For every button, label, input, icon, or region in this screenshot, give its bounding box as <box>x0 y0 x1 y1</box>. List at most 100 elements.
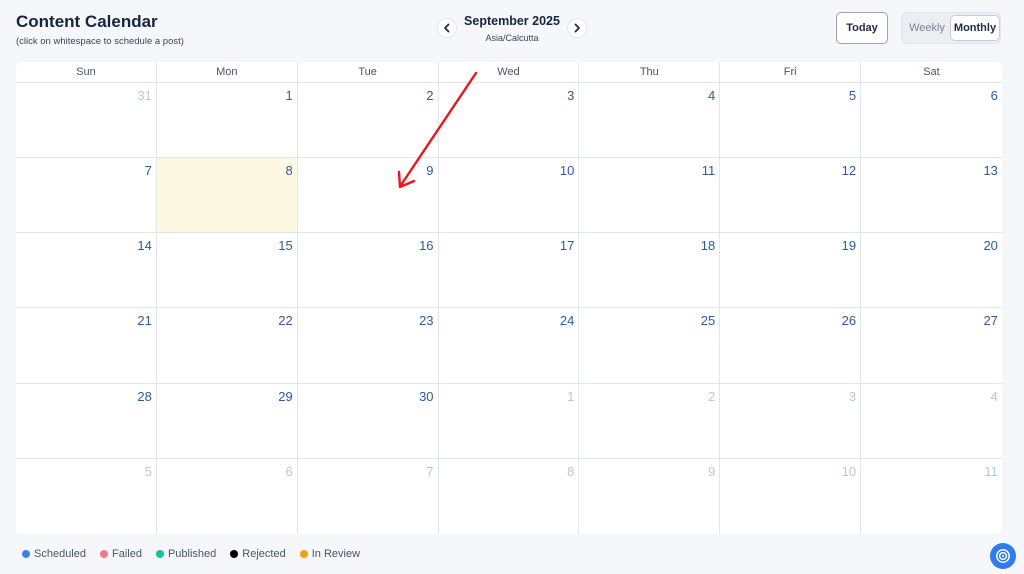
calendar-day-cell[interactable]: 3 <box>439 83 580 158</box>
day-number: 2 <box>707 388 716 404</box>
day-number: 2 <box>426 88 434 103</box>
day-number: 23 <box>419 313 434 329</box>
current-month-label: September 2025 <box>464 14 560 28</box>
calendar-day-cell[interactable]: 14 <box>16 233 157 308</box>
calendar-day-cell[interactable]: 29 <box>157 383 298 458</box>
calendar-day-cell[interactable]: 3 <box>720 383 862 458</box>
day-number: 4 <box>707 88 716 103</box>
chevron-left-icon <box>444 23 450 33</box>
legend-label: Scheduled <box>34 548 86 560</box>
day-number: 29 <box>278 388 293 404</box>
calendar-day-cell[interactable]: 7 <box>16 158 157 233</box>
support-icon <box>996 549 1010 563</box>
calendar-week-row: 5 6 7 8 9 10 11 <box>16 458 1002 534</box>
calendar-day-cell[interactable]: 6 <box>861 83 1002 157</box>
day-number: 4 <box>990 388 998 404</box>
calendar-day-cell-today[interactable]: 8 <box>156 158 298 233</box>
calendar-day-cell[interactable]: 8 <box>439 458 580 534</box>
calendar-day-cell[interactable]: 24 <box>439 308 580 383</box>
calendar-day-cell[interactable]: 5 <box>720 83 862 158</box>
status-legend: Scheduled Failed Published Rejected In Revie… <box>22 548 374 560</box>
calendar-day-cell[interactable]: 18 <box>579 233 721 308</box>
day-number: 3 <box>567 88 575 103</box>
calendar-day-cell[interactable]: 4 <box>579 83 721 158</box>
calendar-day-cell[interactable]: 9 <box>579 458 721 534</box>
calendar-day-cell[interactable]: 11 <box>861 459 1002 534</box>
next-month-button[interactable] <box>567 18 587 38</box>
weekly-view-tab[interactable]: Weekly <box>904 15 950 41</box>
day-number: 26 <box>841 313 857 329</box>
timezone-label: Asia/Calcutta <box>485 33 539 43</box>
calendar-day-cell[interactable]: 16 <box>298 233 439 308</box>
weekday-header: Sat <box>923 66 940 78</box>
month-calendar-grid: Sun Mon Tue Wed Thu Fri Sat 31 1 2 3 4 5 6 7 8 9 10 11 12 1… <box>16 62 1002 534</box>
calendar-day-cell[interactable]: 30 <box>298 383 439 458</box>
calendar-day-cell[interactable]: 15 <box>157 233 298 308</box>
weekday-header: Fri <box>720 62 862 83</box>
view-toggle: Weekly Monthly <box>901 12 1001 44</box>
legend-label: In Review <box>311 548 361 560</box>
legend-color-dot <box>299 550 308 558</box>
legend-label: Published <box>167 548 217 560</box>
calendar-day-cell[interactable]: 10 <box>439 158 580 233</box>
day-number: 31 <box>137 88 152 103</box>
legend-label: Rejected <box>242 548 286 560</box>
calendar-week-row: 21 22 23 24 25 26 27 <box>16 308 1002 384</box>
day-number: 11 <box>701 163 716 179</box>
calendar-day-cell[interactable]: 12 <box>720 158 862 233</box>
calendar-day-cell[interactable]: 26 <box>720 308 862 383</box>
legend-item: Failed <box>100 548 142 560</box>
calendar-week-row: 31 1 2 3 4 5 6 <box>16 83 1002 159</box>
day-number: 9 <box>426 163 434 179</box>
day-number: 7 <box>426 463 434 479</box>
calendar-day-cell[interactable]: 23 <box>298 308 439 383</box>
weekday-header: Sun <box>16 62 157 83</box>
legend-color-dot <box>230 550 239 558</box>
calendar-day-cell[interactable]: 1 <box>157 83 298 158</box>
calendar-day-cell[interactable]: 5 <box>16 458 157 534</box>
calendar-day-cell[interactable]: 20 <box>861 233 1002 307</box>
calendar-day-cell[interactable]: 25 <box>579 308 721 383</box>
calendar-day-cell[interactable]: 19 <box>720 233 862 308</box>
calendar-week-row: 28 29 30 1 2 3 4 <box>16 383 1002 459</box>
help-button[interactable] <box>990 543 1016 569</box>
day-number: 10 <box>559 163 575 179</box>
day-number: 6 <box>285 463 293 479</box>
day-number: 7 <box>144 163 152 179</box>
calendar-day-cell[interactable]: 2 <box>579 383 721 458</box>
calendar-day-cell[interactable]: 31 <box>16 83 157 158</box>
legend-item: Rejected <box>230 548 286 560</box>
calendar-day-cell[interactable]: 6 <box>157 458 298 534</box>
page-title: Content Calendar <box>16 12 158 31</box>
day-number: 3 <box>848 388 857 404</box>
day-number: 25 <box>700 313 716 329</box>
calendar-day-cell[interactable]: 28 <box>16 383 157 458</box>
weekday-header: Thu <box>579 62 721 83</box>
calendar-day-cell[interactable]: 7 <box>298 458 439 534</box>
chevron-right-icon <box>574 23 580 33</box>
day-number: 17 <box>559 238 575 254</box>
day-number: 20 <box>983 238 998 254</box>
weekday-header: Wed <box>439 62 580 83</box>
today-button[interactable]: Today <box>836 12 888 44</box>
day-number: 13 <box>983 163 998 179</box>
legend-item: Scheduled <box>22 548 86 560</box>
calendar-day-cell[interactable]: 2 <box>298 83 439 158</box>
calendar-day-cell[interactable]: 17 <box>439 233 580 308</box>
day-number: 5 <box>848 88 857 103</box>
day-number: 1 <box>285 88 293 103</box>
day-number: 8 <box>285 163 293 179</box>
day-number: 22 <box>278 313 293 329</box>
calendar-day-cell[interactable]: 27 <box>861 308 1002 382</box>
monthly-view-tab[interactable]: Monthly <box>950 15 1000 41</box>
calendar-day-cell[interactable]: 1 <box>439 383 580 458</box>
calendar-day-cell[interactable]: 11 <box>579 158 721 233</box>
calendar-day-cell[interactable]: 4 <box>861 384 1002 458</box>
calendar-day-cell[interactable]: 22 <box>157 308 298 383</box>
calendar-day-cell[interactable]: 13 <box>861 158 1002 232</box>
calendar-day-cell[interactable]: 10 <box>720 458 862 534</box>
day-number: 28 <box>137 388 152 404</box>
calendar-day-cell[interactable]: 9 <box>298 158 439 233</box>
calendar-day-cell[interactable]: 21 <box>16 308 157 383</box>
weekday-header: Mon <box>157 62 298 83</box>
